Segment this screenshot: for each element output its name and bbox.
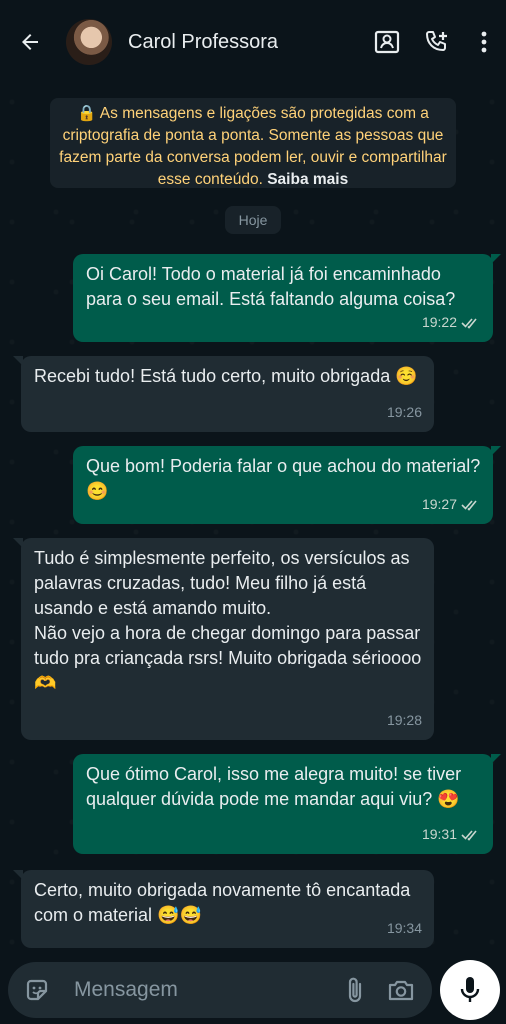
message-meta: 19:26: [387, 400, 422, 425]
incoming-message[interactable]: Tudo é simplesmente perfeito, os versícu…: [13, 538, 434, 740]
incoming-message[interactable]: Certo, muito obrigada novamente tô encan…: [13, 870, 434, 948]
message-list[interactable]: 🔒 As mensagens e ligações são protegidas…: [0, 84, 506, 952]
add-call-button[interactable]: [412, 0, 462, 84]
video-call-button[interactable]: [362, 0, 412, 84]
camera-button[interactable]: [378, 962, 424, 1018]
message-text: Certo, muito obrigada novamente tô encan…: [34, 880, 416, 925]
message-time: 19:22: [421, 314, 457, 330]
back-arrow-icon: [22, 34, 38, 50]
outgoing-message[interactable]: Que ótimo Carol, isso me alegra muito! s…: [73, 754, 501, 854]
outgoing-message[interactable]: Oi Carol! Todo o material já foi encamin…: [73, 254, 501, 342]
message-text: Oi Carol! Todo o material já foi encamin…: [86, 264, 456, 309]
emoji-sticker-icon: [26, 979, 48, 1001]
contact-avatar[interactable]: [66, 19, 112, 65]
message-time: 19:34: [386, 920, 422, 936]
message-text: Recebi tudo! Está tudo certo, muito obri…: [34, 366, 418, 386]
message-meta: 19:31: [422, 822, 481, 847]
outgoing-message[interactable]: Que bom! Poderia falar o que achou do ma…: [73, 446, 501, 524]
message-time: 19:31: [421, 826, 457, 842]
message-meta: 19:28: [387, 708, 422, 733]
camera-icon: [388, 980, 414, 1001]
emoji-button[interactable]: [14, 962, 60, 1018]
mic-icon: [460, 977, 480, 1002]
contact-name[interactable]: Carol Professora: [128, 31, 362, 54]
encryption-notice[interactable]: 🔒 As mensagens e ligações são protegidas…: [50, 98, 456, 188]
read-ticks-icon: [461, 499, 477, 511]
message-meta: 19:27: [422, 492, 481, 517]
read-ticks-icon: [461, 317, 477, 329]
message-text: Que ótimo Carol, isso me alegra muito! s…: [86, 764, 467, 809]
add-call-icon: [426, 31, 447, 51]
message-text: Tudo é simplesmente perfeito, os versícu…: [34, 548, 422, 693]
video-call-icon: [374, 30, 400, 54]
date-separator: Hoje: [225, 206, 281, 234]
chat-header: Carol Professora: [0, 0, 506, 84]
more-options-button[interactable]: [462, 0, 506, 84]
back-button[interactable]: [0, 0, 60, 84]
learn-more-link[interactable]: Saiba mais: [267, 171, 348, 188]
message-input[interactable]: Mensagem: [74, 978, 332, 1002]
message-time: 19:26: [386, 404, 422, 420]
attach-button[interactable]: [332, 962, 378, 1018]
message-composer: Mensagem: [8, 962, 432, 1018]
message-meta: 19:22: [422, 310, 481, 335]
incoming-message[interactable]: Recebi tudo! Está tudo certo, muito obri…: [13, 356, 434, 432]
voice-message-button[interactable]: [440, 960, 500, 1020]
message-time: 19:28: [386, 712, 422, 728]
attach-icon: [348, 977, 362, 1003]
message-time: 19:27: [421, 496, 457, 512]
message-meta: 19:34: [387, 916, 422, 941]
encryption-notice-text: 🔒 As mensagens e ligações são protegidas…: [59, 105, 447, 188]
read-ticks-icon: [461, 829, 477, 841]
more-options-icon: [481, 31, 487, 53]
